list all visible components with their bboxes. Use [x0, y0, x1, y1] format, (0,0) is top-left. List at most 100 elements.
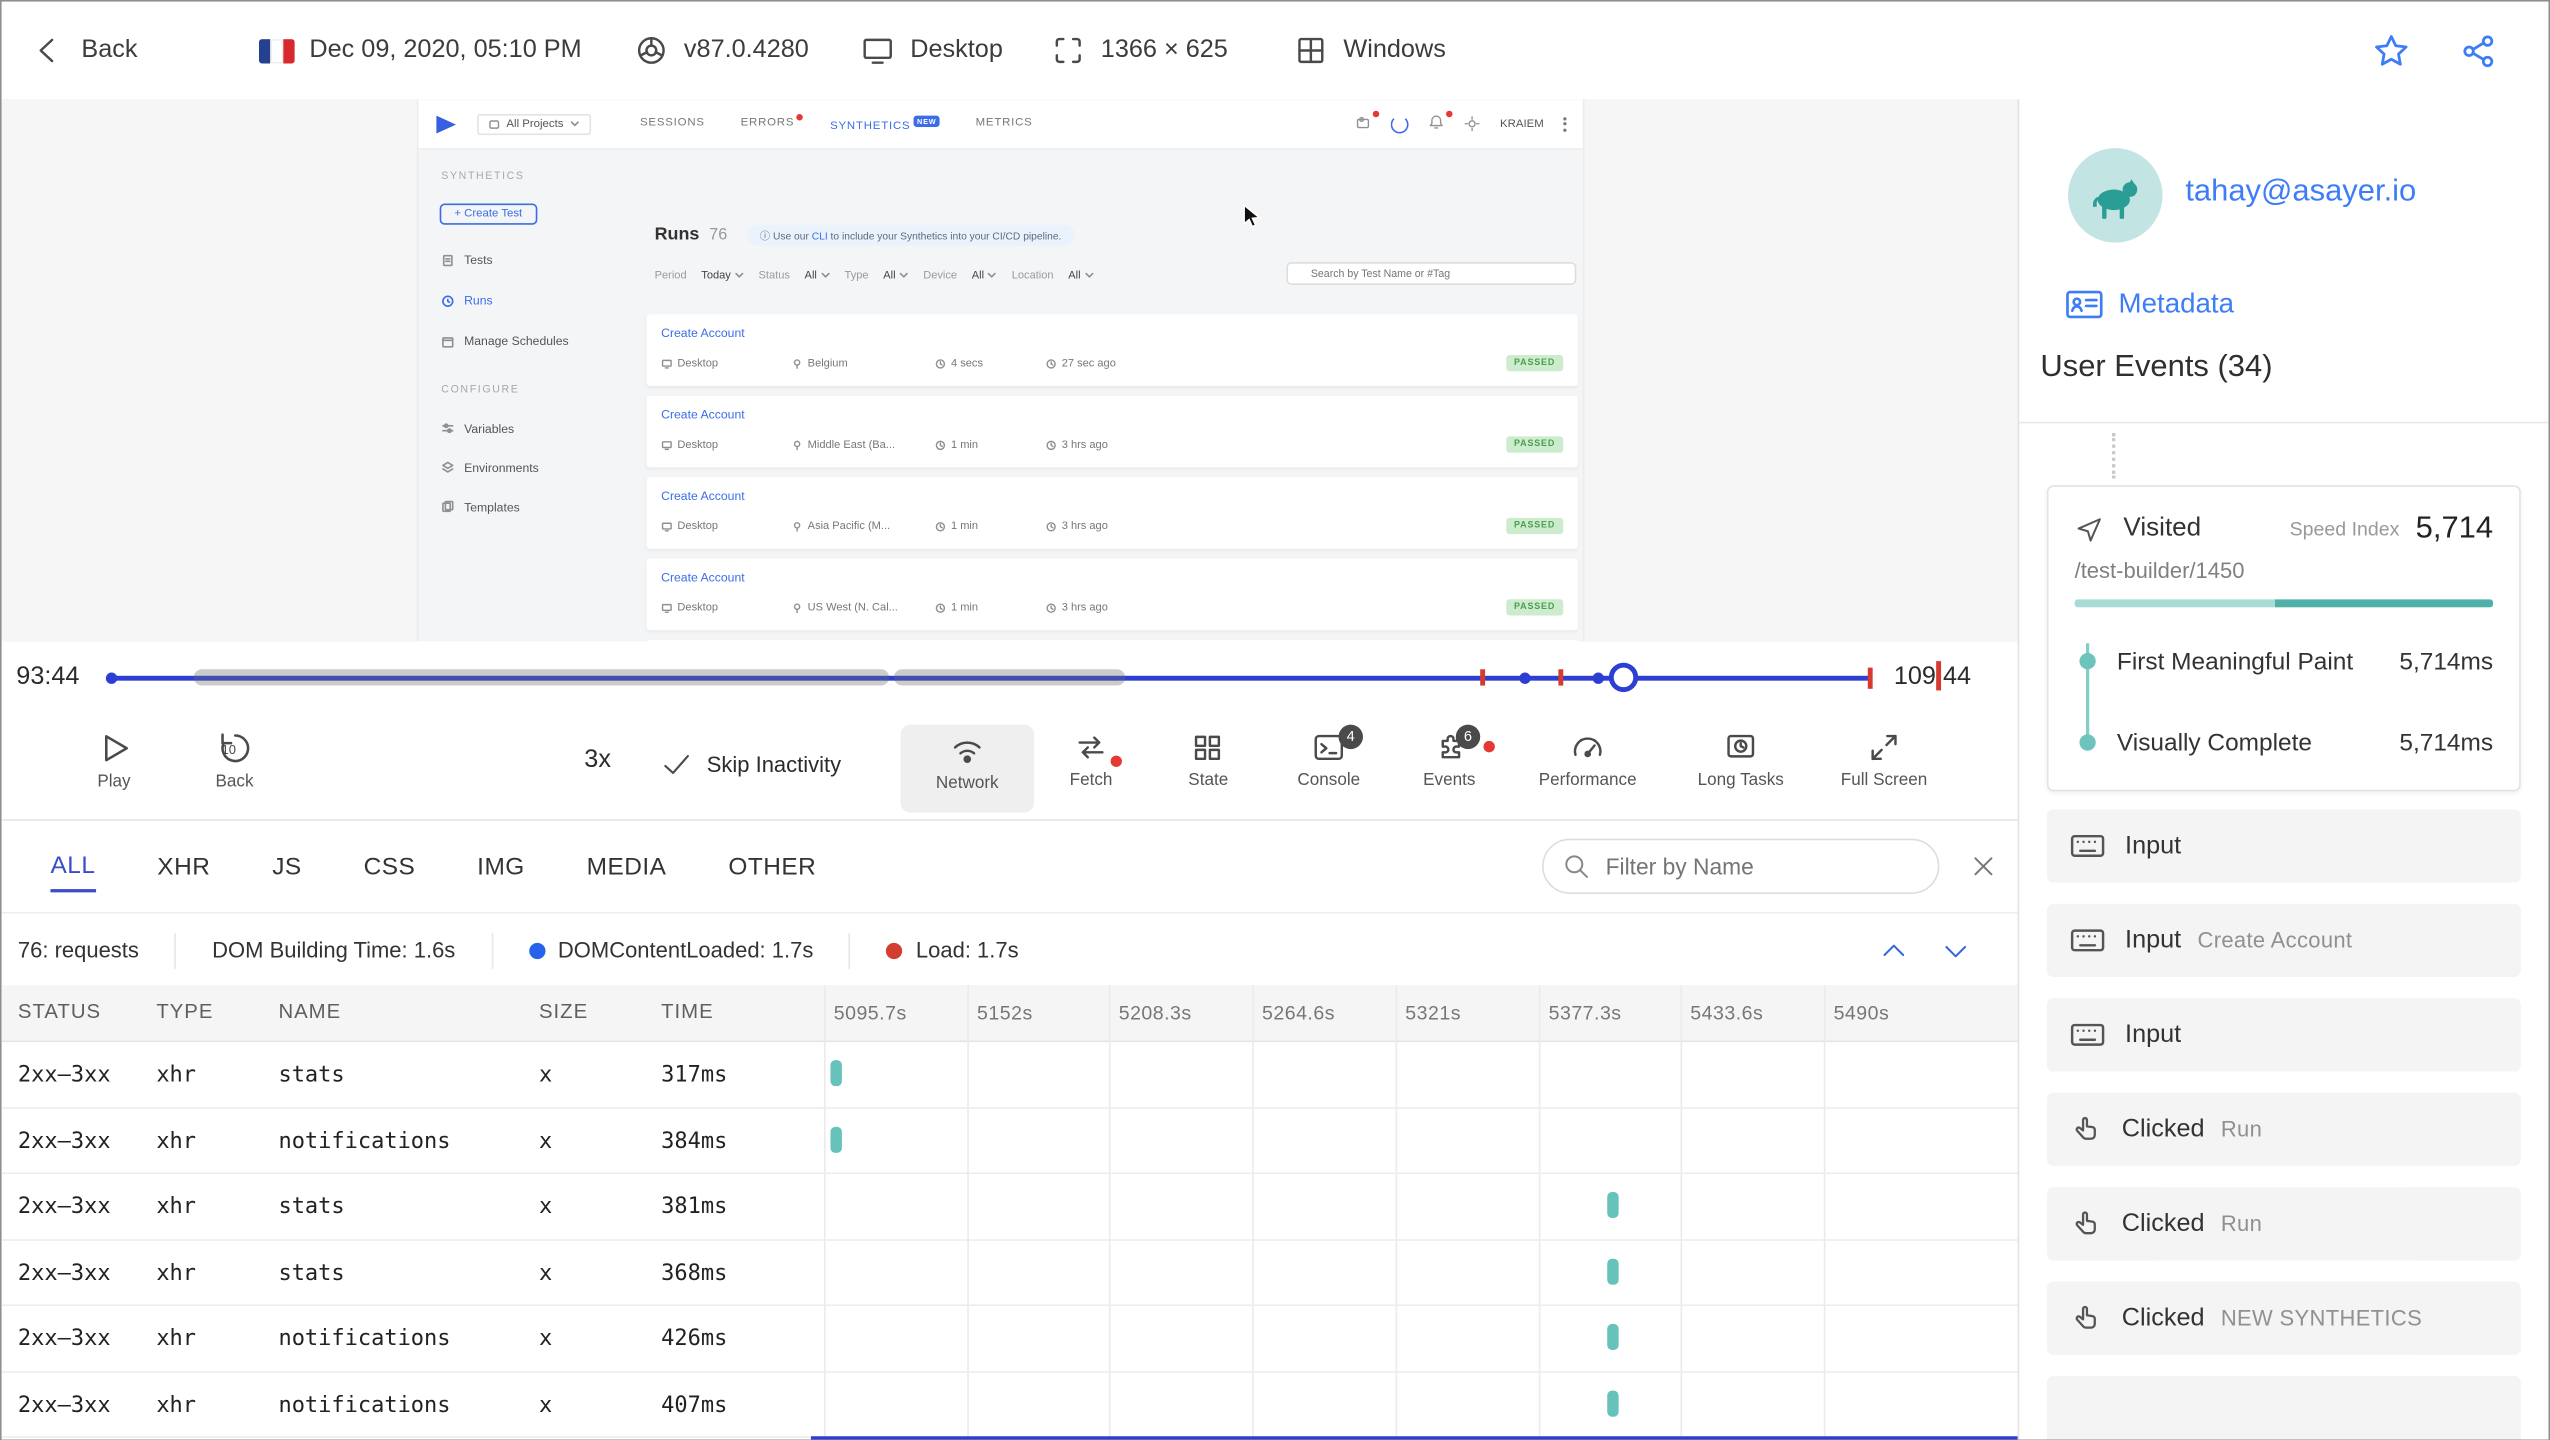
input-event-item[interactable]: Input: [2046, 998, 2521, 1072]
calendar-icon: [442, 336, 454, 347]
horizontal-scrollbar[interactable]: [810, 1435, 2018, 1440]
speed-toggle[interactable]: 3x: [565, 746, 630, 775]
keyboard-icon: [2070, 928, 2105, 951]
speed-index-value: 5,714: [2415, 511, 2494, 546]
state-panel-button[interactable]: State: [1164, 730, 1252, 790]
network-panel: ALL XHR JS CSS IMG MEDIA OTHER 76: reque…: [1, 819, 2018, 1440]
network-tab-img[interactable]: IMG: [477, 843, 525, 890]
kebab-menu-icon: [1563, 116, 1567, 132]
playhead-handle[interactable]: [1608, 662, 1639, 693]
performance-panel-button[interactable]: Performance: [1519, 730, 1656, 790]
network-row[interactable]: 2xx–3xx xhr notifications x 384ms: [1, 1108, 2018, 1175]
dom-content-loaded: DOMContentLoaded: 1.7s: [491, 932, 849, 969]
recorded-tab-errors: ERRORS: [741, 114, 803, 129]
metric-dot-icon: [2079, 652, 2096, 670]
network-tab-css[interactable]: CSS: [364, 843, 416, 890]
recorded-search-input: [1286, 262, 1577, 285]
network-tab-all[interactable]: ALL: [50, 841, 96, 892]
event-dot: [1592, 672, 1604, 684]
event-item-partial[interactable]: [2046, 1375, 2521, 1440]
speed-index-label: Speed Index: [2289, 517, 2400, 541]
favorite-button[interactable]: [2371, 2, 2412, 100]
dom-building-time: DOM Building Time: 1.6s: [174, 932, 491, 969]
monitor-icon: [661, 358, 672, 368]
clock-icon: [1046, 439, 1056, 450]
filter-by-name-input[interactable]: [1542, 838, 1940, 894]
inactivity-band: [893, 669, 1126, 686]
status-badge: PASSED: [1505, 517, 1564, 535]
metadata-id-card-icon: [2066, 290, 2103, 319]
network-row[interactable]: 2xx–3xx xhr notifications x 407ms: [1, 1372, 2018, 1438]
player-timeline[interactable]: 93:44 109:44: [1, 641, 2018, 719]
share-icon: [2463, 34, 2494, 67]
user-events-sidebar: tahay@asayer.io Metadata User Events (34…: [2017, 99, 2549, 1440]
recorded-item-variables: Variables: [418, 409, 641, 448]
metadata-link[interactable]: Metadata: [2065, 288, 2234, 321]
status-badge: PASSED: [1505, 354, 1564, 372]
click-event-item[interactable]: Clicked Run: [2046, 1092, 2521, 1166]
events-panel-button[interactable]: 6 Events: [1402, 724, 1496, 790]
network-tab-media[interactable]: MEDIA: [587, 843, 667, 890]
history-icon: [442, 294, 454, 307]
keyboard-icon: [2070, 1023, 2105, 1046]
close-icon[interactable]: [1969, 852, 1998, 881]
fullscreen-button[interactable]: Full Screen: [1816, 730, 1953, 790]
device-type: Desktop: [860, 2, 1003, 100]
click-event-item[interactable]: Clicked NEW SYNTHETICS: [2046, 1281, 2521, 1355]
network-tab-xhr[interactable]: XHR: [157, 843, 210, 890]
monitor-icon: [661, 603, 672, 613]
resolution-label: 1366 × 625: [1100, 35, 1228, 64]
network-table-header: STATUS TYPE NAME SIZE TIME: [1, 985, 2018, 1043]
input-event-item[interactable]: Input: [2046, 809, 2521, 883]
recorded-tab-sessions: SESSIONS: [639, 118, 705, 130]
inactivity-band: [193, 669, 890, 686]
run-card: Create Account Desktop Asia Pacific (M..…: [646, 477, 1578, 549]
chevron-up-icon[interactable]: [1878, 936, 1911, 965]
run-name-link: Create Account: [661, 407, 745, 422]
chevron-down-icon: [570, 121, 579, 127]
visited-event-card[interactable]: Visited Speed Index 5,714 /test-builder/…: [2046, 485, 2521, 792]
end-marker: [1936, 661, 1941, 691]
network-panel-button[interactable]: Network: [900, 724, 1035, 813]
back-10-button[interactable]: 10 Back: [194, 730, 275, 791]
back-button[interactable]: Back: [31, 2, 138, 100]
request-waterfall-bar: [830, 1060, 842, 1087]
state-icon: [1194, 735, 1221, 761]
network-row[interactable]: 2xx–3xx xhr notifications x 426ms: [1, 1306, 2018, 1372]
play-button[interactable]: Play: [77, 730, 152, 791]
cli-banner: ⓘ Use our CLI to include your Synthetics…: [746, 223, 1075, 246]
check-icon: [664, 755, 689, 775]
metric-row: First Meaningful Paint 5,714ms: [2079, 620, 2493, 701]
viewport-size: 1366 × 625: [1050, 2, 1228, 100]
network-tabs: ALL XHR JS CSS IMG MEDIA OTHER: [2, 821, 2018, 912]
share-button[interactable]: [2459, 2, 2500, 100]
network-tab-js[interactable]: JS: [272, 843, 301, 890]
click-event-item[interactable]: Clicked Run: [2046, 1187, 2521, 1261]
skip-inactivity-toggle[interactable]: Skip Inactivity: [661, 749, 841, 780]
long-tasks-panel-button[interactable]: Long Tasks: [1672, 730, 1809, 790]
network-row[interactable]: 2xx–3xx xhr stats x 368ms: [1, 1240, 2018, 1306]
input-event-item[interactable]: Input Create Account: [2046, 903, 2521, 978]
replay-screen[interactable]: All Projects SESSIONS ERRORS SYNTHETICS N…: [416, 99, 1585, 642]
request-waterfall-bar: [1607, 1389, 1619, 1416]
blue-dot-icon: [528, 942, 545, 959]
run-card: Create Account Desktop US West (N. Cal..…: [646, 558, 1578, 631]
recorded-section-configure: CONFIGURE: [441, 384, 520, 396]
run-name-link: Create Account: [661, 488, 745, 504]
user-events-title: User Events (34): [2040, 350, 2273, 385]
fetch-panel-button[interactable]: Fetch: [1050, 730, 1131, 790]
network-row[interactable]: 2xx–3xx xhr stats x 381ms: [1, 1174, 2018, 1241]
chevron-down-icon[interactable]: [1939, 936, 1972, 965]
network-table: STATUS TYPE NAME SIZE TIME 5095.7s 5152s…: [1, 985, 2018, 1440]
console-panel-button[interactable]: 4 Console: [1282, 724, 1376, 790]
loading-spinner-icon: [1390, 114, 1409, 133]
network-row[interactable]: 2xx–3xx xhr stats x 317ms: [1, 1042, 2018, 1109]
run-card: Create Account Desktop Belgium 4 secs 27…: [646, 314, 1578, 386]
network-tab-other[interactable]: OTHER: [728, 843, 816, 890]
recorded-item-tests: Tests: [418, 239, 641, 280]
recorded-sidebar: SYNTHETICS + Create Test Tests Runs Mana…: [418, 148, 641, 641]
recorded-item-environments: Environments: [418, 448, 641, 487]
run-name-link: Create Account: [661, 569, 745, 585]
hand-pointer-icon: [2075, 1304, 2096, 1328]
clock-icon: [1046, 521, 1056, 531]
